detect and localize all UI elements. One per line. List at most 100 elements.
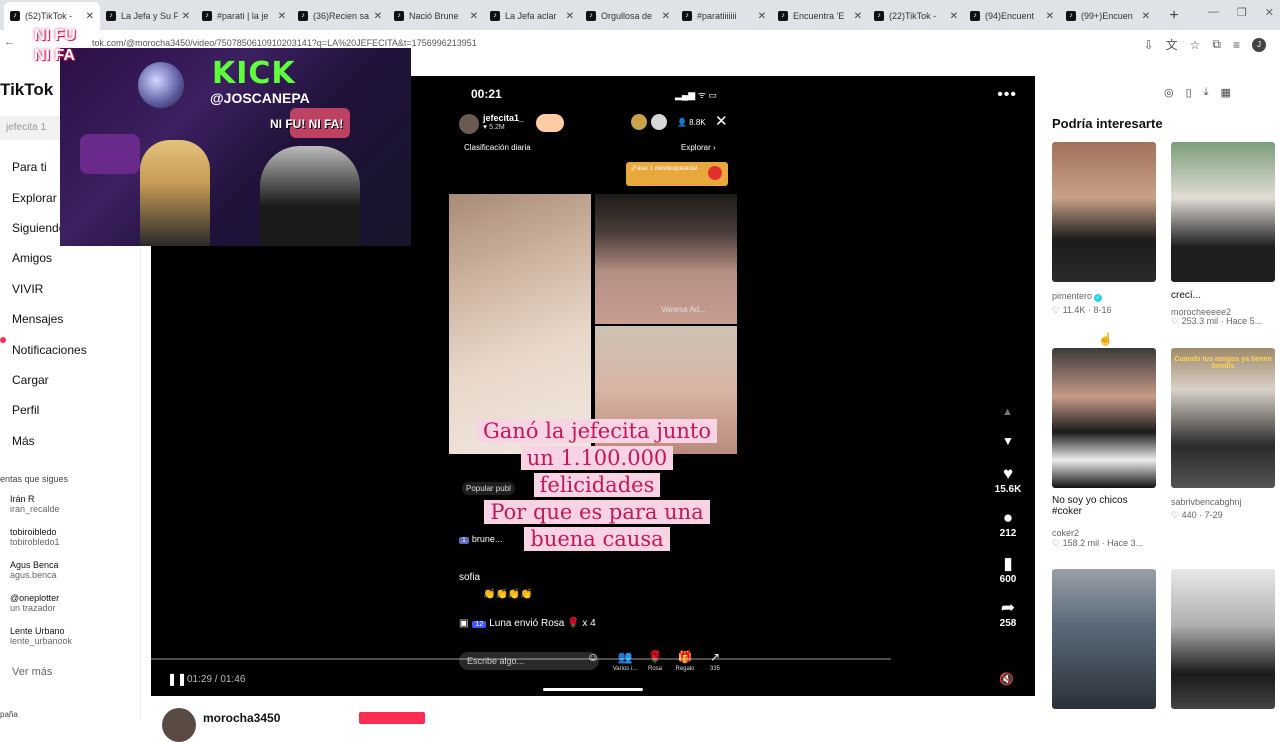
gift-icon: ▣ <box>459 618 469 629</box>
daily-ranking[interactable]: Clasificación diaria <box>464 143 531 152</box>
close-tab-icon[interactable]: ✕ <box>278 11 286 22</box>
rose-icon[interactable]: 🌹 <box>641 650 669 664</box>
recommendations-title: Podría interesarte <box>1052 116 1163 131</box>
next-video-icon[interactable]: ▼ <box>1002 434 1014 448</box>
recommended-video[interactable] <box>1052 142 1156 282</box>
sidebar-item-notificaciones[interactable]: Notificaciones <box>12 334 87 364</box>
new-tab-button[interactable]: + <box>1162 2 1186 30</box>
extensions-icon[interactable]: ⧉ <box>1212 37 1221 52</box>
browser-tab[interactable]: ♪ #parati | la je ✕ <box>196 2 292 30</box>
multi-guest-label: Varios i... <box>612 666 638 672</box>
sidebar-item-perfil[interactable]: Perfil <box>12 395 87 425</box>
tiktok-favicon: ♪ <box>202 11 212 21</box>
home-indicator <box>543 688 643 691</box>
recommended-video[interactable] <box>1052 569 1156 709</box>
close-tab-icon[interactable]: ✕ <box>1142 11 1150 22</box>
profile-thumb-icon[interactable]: ▦ <box>1221 86 1231 99</box>
comment-button[interactable]: ● 212 <box>987 508 1029 539</box>
share-live-icon[interactable]: ↗ <box>701 650 729 664</box>
recommended-video[interactable]: Cuando tus amigos ya tienen bendis <box>1171 348 1275 488</box>
install-icon[interactable]: ⇩ <box>1144 38 1154 52</box>
sidebar-item-cargar[interactable]: Cargar <box>12 365 87 395</box>
mute-icon[interactable]: 🔇 <box>999 672 1014 686</box>
emoji-icon[interactable]: ☺ <box>579 650 607 664</box>
host-avatar[interactable] <box>459 114 479 134</box>
browser-tab[interactable]: ♪ (36)Recien sa ✕ <box>292 2 388 30</box>
browser-tab[interactable]: ♪ Encuentra 'E ✕ <box>772 2 868 30</box>
minimize-icon[interactable]: — <box>1208 6 1219 19</box>
following-item[interactable]: Agus Benca agus.benca <box>10 560 72 593</box>
following-item[interactable]: @oneplotter un trazador <box>10 593 72 626</box>
comment-input[interactable]: Escribe algo... <box>459 652 599 670</box>
browser-tab[interactable]: ♪ (22)TikTok - ✕ <box>868 2 964 30</box>
previous-video-icon[interactable]: ▲ <box>1002 406 1013 418</box>
video-author[interactable]: sabrivbencabghnj <box>1171 497 1242 507</box>
compass-icon[interactable]: ◎ <box>1164 86 1174 99</box>
author-avatar[interactable] <box>162 708 196 742</box>
follow-button[interactable] <box>359 712 425 724</box>
browser-tab[interactable]: ♪ La Jefa y Su F ✕ <box>100 2 196 30</box>
more-options-icon[interactable]: ••• <box>997 86 1017 104</box>
close-tab-icon[interactable]: ✕ <box>854 11 862 22</box>
close-tab-icon[interactable]: ✕ <box>758 11 766 22</box>
bookmark-star-icon[interactable]: ☆ <box>1190 38 1201 52</box>
sidebar-item-mensajes[interactable]: Mensajes <box>12 304 87 334</box>
window-controls: — ❐ ✕ <box>1208 6 1274 19</box>
author-username[interactable]: morocha3450 <box>203 711 280 725</box>
close-tab-icon[interactable]: ✕ <box>950 11 958 22</box>
download-icon[interactable]: ⤓ <box>1204 86 1209 99</box>
pause-icon[interactable]: ❚❚ <box>167 672 187 686</box>
tiktok-logo[interactable]: TikTok <box>0 80 53 100</box>
recommended-video[interactable] <box>1171 569 1275 709</box>
close-tab-icon[interactable]: ✕ <box>182 11 190 22</box>
browser-tab[interactable]: ♪ La Jefa aclar ✕ <box>484 2 580 30</box>
browser-tab[interactable]: ♪ (99+)Encuen ✕ <box>1060 2 1156 30</box>
device-icon[interactable]: ▯ <box>1186 86 1192 99</box>
follow-host-button[interactable] <box>536 114 564 132</box>
gift-box-icon[interactable]: 🎁 <box>671 650 699 664</box>
close-window-icon[interactable]: ✕ <box>1265 6 1274 19</box>
video-title[interactable]: No soy yo chicos #coker <box>1052 495 1156 517</box>
close-tab-icon[interactable]: ✕ <box>1046 11 1054 22</box>
browser-tab[interactable]: ♪ #paratiiiiiii ✕ <box>676 2 772 30</box>
sidebar-item-vivir[interactable]: VIVIR <box>12 274 87 304</box>
back-arrow-icon[interactable]: ← <box>4 36 15 48</box>
following-item[interactable]: tobiroibledo tobirobledo1 <box>10 527 72 560</box>
sidebar-item-amigos[interactable]: Amigos <box>12 243 87 273</box>
video-title[interactable]: crecí... <box>1171 290 1201 301</box>
rose-label: Rosa <box>647 666 662 672</box>
following-item[interactable]: Lente Urbano lente_urbanook <box>10 626 72 659</box>
url-field[interactable]: tok.com/@morocha3450/video/7507850610910… <box>92 38 477 48</box>
share-button[interactable]: ➦ 258 <box>987 598 1029 629</box>
video-stats: ♡ 11.4K · 8-16 <box>1052 305 1112 315</box>
following-item[interactable]: Irán Riran_recalde <box>10 494 72 527</box>
recommended-video[interactable] <box>1052 348 1156 488</box>
close-tab-icon[interactable]: ✕ <box>470 11 478 22</box>
host-likes: ♥ 5.2M <box>483 124 505 131</box>
browser-tab[interactable]: ♪ Nació Brune ✕ <box>388 2 484 30</box>
browser-tab[interactable]: ♪ (94)Encuent ✕ <box>964 2 1060 30</box>
video-author[interactable]: pimentero ✓ <box>1052 291 1103 302</box>
video-author[interactable]: coker2 <box>1052 528 1079 538</box>
close-live-icon[interactable]: ✕ <box>715 112 728 130</box>
multi-guest-icon[interactable]: 👥 <box>611 650 639 664</box>
save-button[interactable]: ▮ 600 <box>987 554 1029 585</box>
translate-icon[interactable]: 文 <box>1166 36 1178 53</box>
close-tab-icon[interactable]: ✕ <box>86 11 94 22</box>
playlist-icon[interactable]: ≡ <box>1233 38 1240 52</box>
recommended-video[interactable] <box>1171 142 1275 282</box>
close-tab-icon[interactable]: ✕ <box>374 11 382 22</box>
video-progress-bar[interactable] <box>151 658 891 660</box>
video-stats: ♡ 253.3 mil · Hace 5... <box>1171 316 1263 326</box>
notification-dot <box>0 337 6 343</box>
profile-avatar[interactable]: J <box>1252 37 1266 52</box>
restore-icon[interactable]: ❐ <box>1237 6 1247 19</box>
close-tab-icon[interactable]: ✕ <box>566 11 574 22</box>
sidebar-item-mas[interactable]: Más <box>12 426 87 456</box>
like-button[interactable]: ♥ 15.6K <box>987 464 1029 495</box>
chat-message: 1 brune... <box>459 534 502 544</box>
browser-tab[interactable]: ♪ Orgullosa de ✕ <box>580 2 676 30</box>
explore-link[interactable]: Explorar › <box>681 143 716 152</box>
close-tab-icon[interactable]: ✕ <box>662 11 670 22</box>
see-more-link[interactable]: Ver más <box>12 666 52 678</box>
